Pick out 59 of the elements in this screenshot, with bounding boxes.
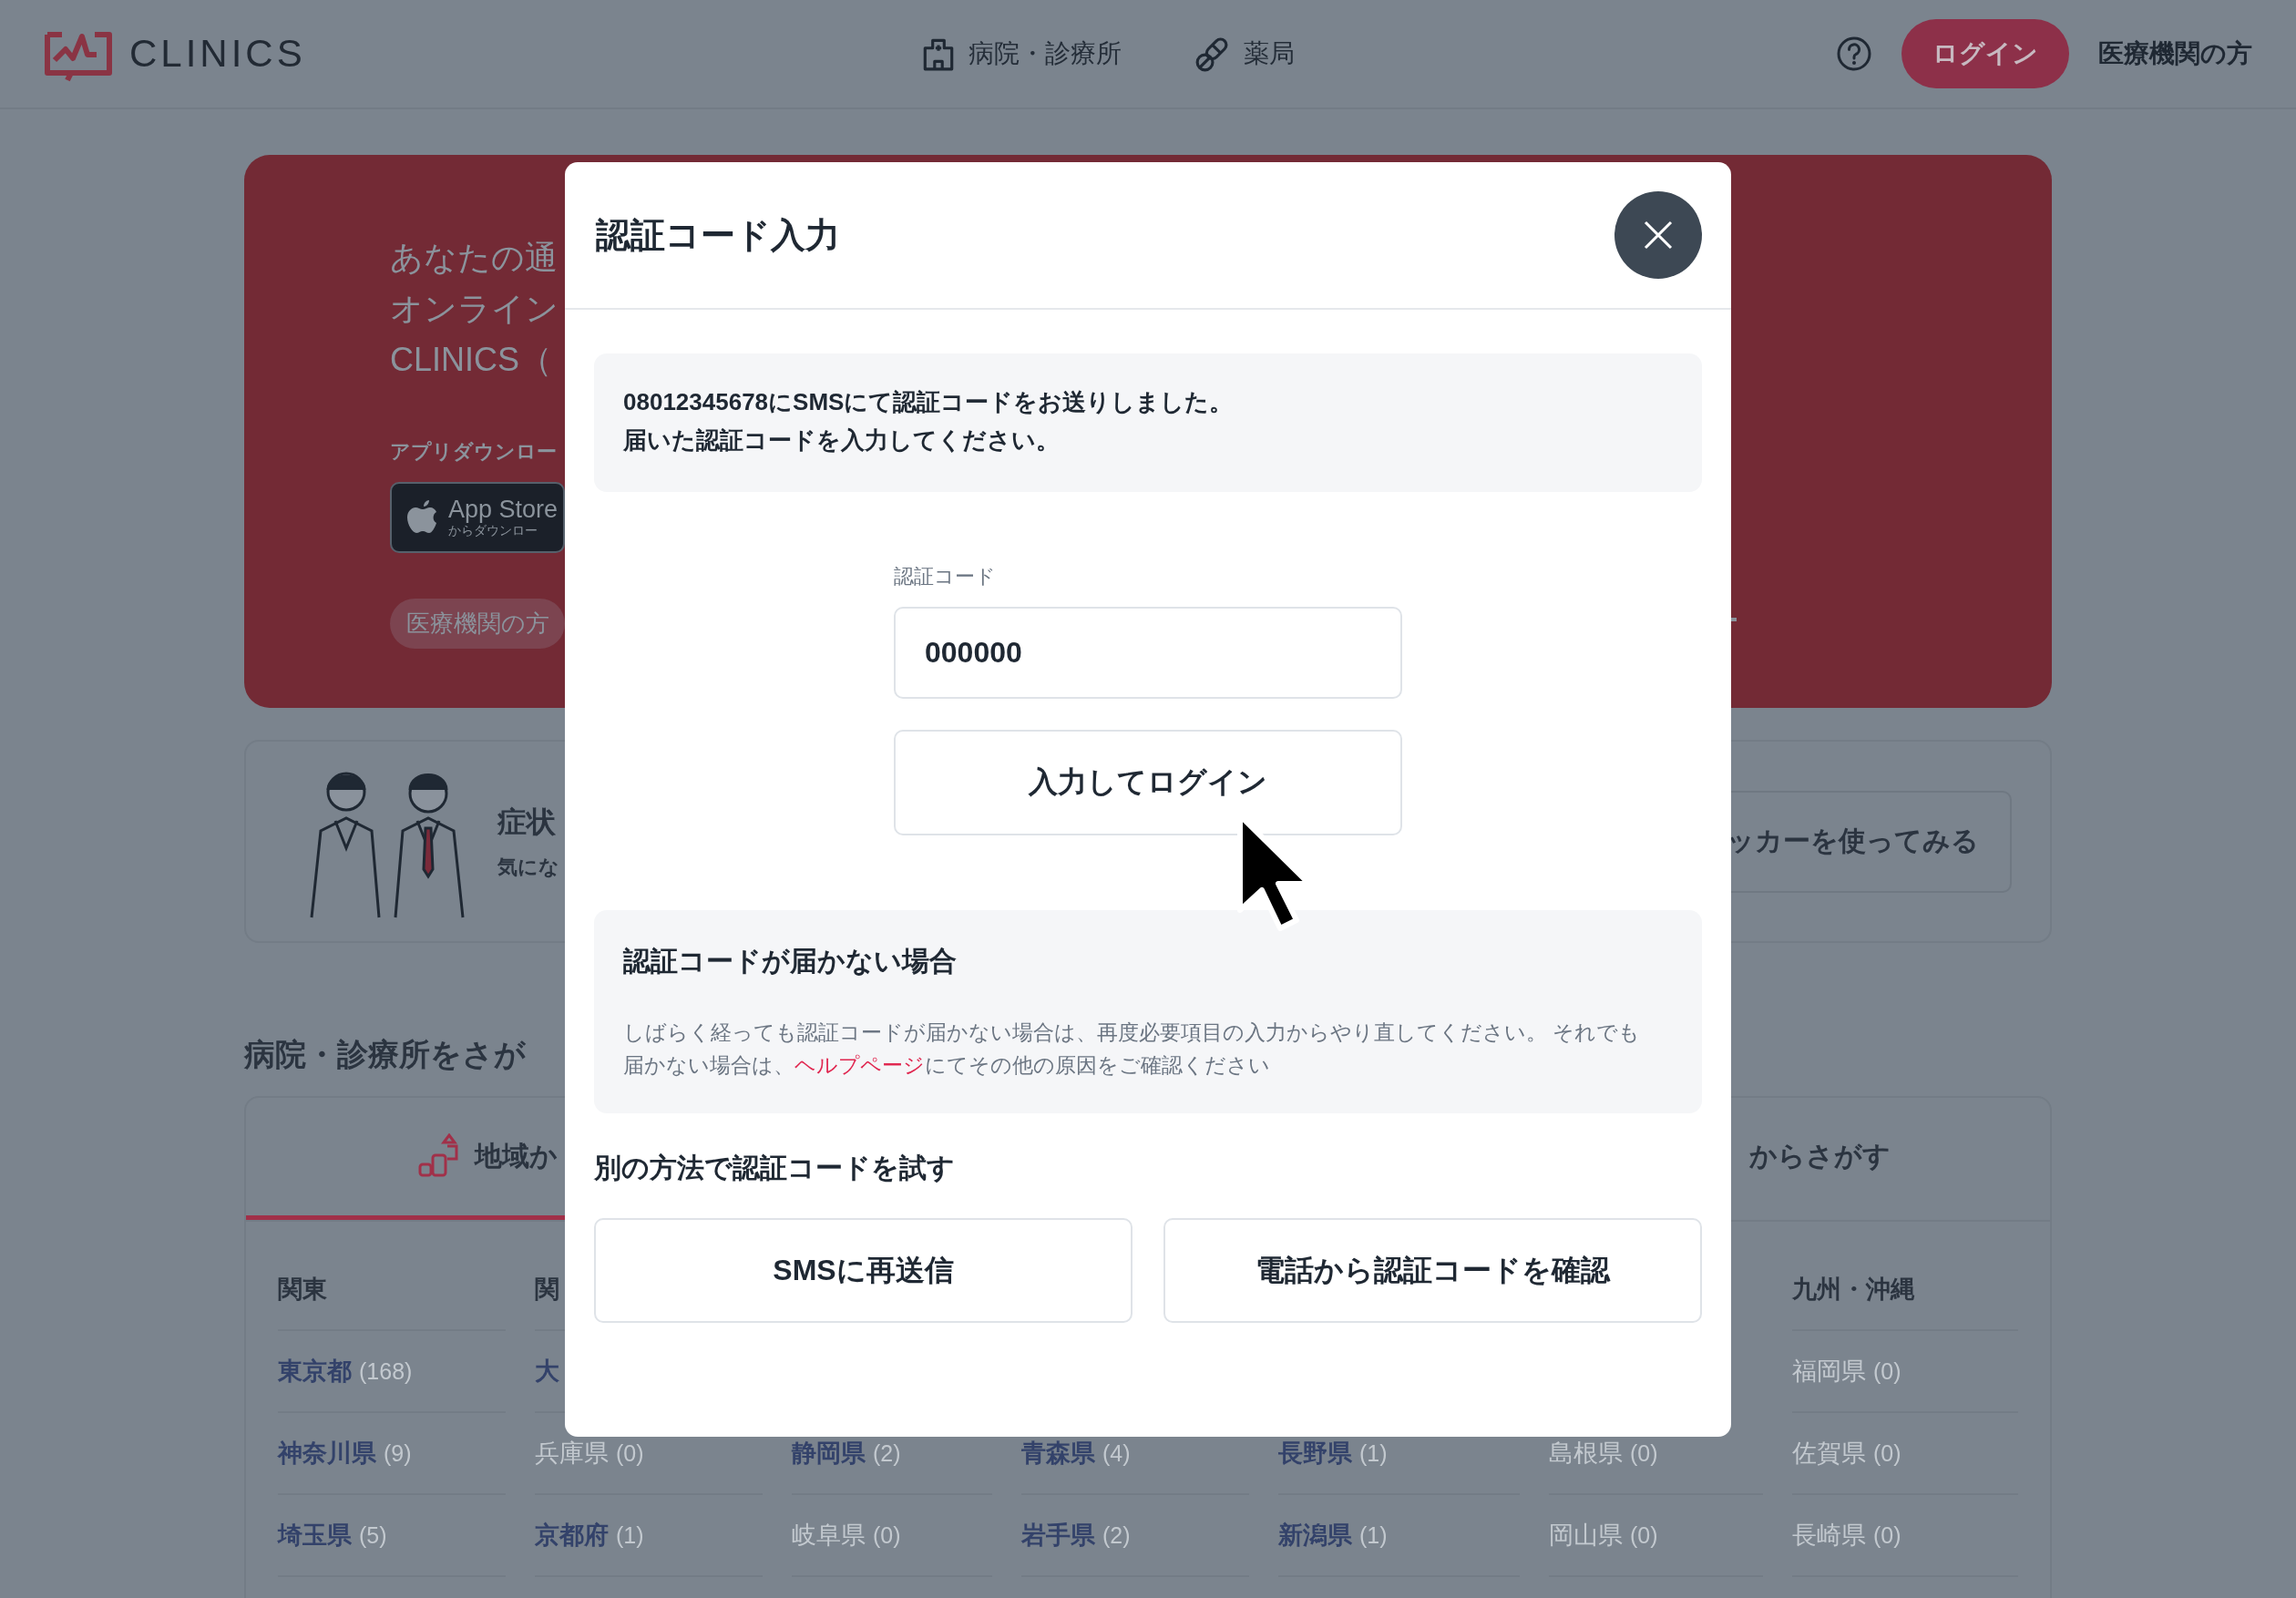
- app-store-badge[interactable]: App Store からダウンロー: [390, 482, 565, 553]
- help-icon[interactable]: [1836, 36, 1872, 72]
- clinic-count: (1): [1359, 1521, 1388, 1549]
- app-store-title: App Store: [448, 496, 559, 523]
- prefecture-link[interactable]: 岩手県: [1021, 1519, 1095, 1552]
- help-title: 認証コードが届かない場合: [623, 945, 958, 978]
- alternatives-title: 別の方法で認証コードを試す: [594, 1152, 956, 1184]
- prefecture-link[interactable]: 京都府: [535, 1519, 609, 1552]
- clinic-count: (1): [616, 1521, 644, 1549]
- help-text: しばらく経っても認証コードが届かない場合は、再度必要項目の入力からやり直してください。 それでも届かない場合は、ヘルプページ にてその他の原因をご確認ください: [623, 1020, 1642, 1079]
- clinic-count: (168): [359, 1357, 413, 1385]
- clinic-count: (2): [1102, 1521, 1131, 1549]
- institution-pill[interactable]: 医療機関の方: [390, 599, 565, 649]
- prefecture-link[interactable]: 青森県: [1021, 1437, 1095, 1470]
- search-tab[interactable]: からさがす: [1148, 1098, 2050, 1220]
- nav-link[interactable]: 病院・診療所: [919, 35, 1122, 73]
- prefecture-link[interactable]: 埼玉県: [278, 1519, 352, 1552]
- clinic-count: (5): [359, 1521, 387, 1549]
- message-text: 届いた認証コードを入力してください。: [623, 425, 1061, 456]
- hero-headline: CLINICS（: [390, 340, 554, 380]
- close-icon: [1642, 219, 1675, 251]
- download-label: アプリダウンロー: [390, 439, 558, 465]
- region-header: 九州・沖縄: [1792, 1275, 1915, 1305]
- hero-headline: オンライン: [390, 289, 559, 329]
- nav-link[interactable]: 薬局: [1194, 35, 1296, 73]
- prefecture-link[interactable]: 長野県: [1278, 1437, 1352, 1470]
- alternative-button[interactable]: SMSに再送信: [594, 1218, 1133, 1323]
- clinic-count: (0): [1630, 1439, 1658, 1467]
- banner-subtitle: 気にな: [497, 854, 560, 880]
- region-header: 関: [535, 1275, 559, 1305]
- code-input[interactable]: 000000: [894, 607, 1402, 699]
- clinic-count: (0): [1873, 1521, 1901, 1549]
- clinic-count: (2): [873, 1439, 901, 1467]
- clinic-count: (0): [1630, 1521, 1658, 1549]
- section-title: 病院・診療所をさが: [244, 1036, 526, 1073]
- prefecture-link[interactable]: 大: [535, 1355, 559, 1388]
- region-header: 関東: [278, 1275, 327, 1305]
- alternative-button[interactable]: 電話から認証コードを確認: [1163, 1218, 1702, 1323]
- message-text: 08012345678にSMSにて認証コードをお送りしました。: [623, 387, 1235, 417]
- field-label: 認証コード: [894, 564, 997, 589]
- clinic-count: (0): [873, 1521, 901, 1549]
- prefecture-link[interactable]: 東京都: [278, 1355, 352, 1388]
- help-page-link[interactable]: ヘルプページ: [794, 1054, 925, 1077]
- logo-text[interactable]: CLINICS: [129, 32, 306, 76]
- clinic-count: (0): [1873, 1439, 1901, 1467]
- hero-headline: あなたの通: [390, 238, 559, 278]
- clinic-count: (1): [1359, 1439, 1388, 1467]
- app-store-subtitle: からダウンロー: [448, 523, 538, 539]
- dialog-title: 認証コード入力: [596, 214, 840, 256]
- clinic-count: (4): [1102, 1439, 1131, 1467]
- prefecture-link[interactable]: 新潟県: [1278, 1519, 1352, 1552]
- institution-link[interactable]: 医療機関の方: [2098, 36, 2252, 71]
- login-button[interactable]: ログイン: [1901, 19, 2069, 88]
- clinic-count: (9): [384, 1439, 412, 1467]
- clinic-count: (0): [1873, 1357, 1901, 1385]
- prefecture-link[interactable]: 静岡県: [792, 1437, 866, 1470]
- prefecture-link[interactable]: 神奈川県: [278, 1437, 376, 1470]
- banner-title: 症状: [497, 804, 557, 840]
- clinic-count: (0): [616, 1439, 644, 1467]
